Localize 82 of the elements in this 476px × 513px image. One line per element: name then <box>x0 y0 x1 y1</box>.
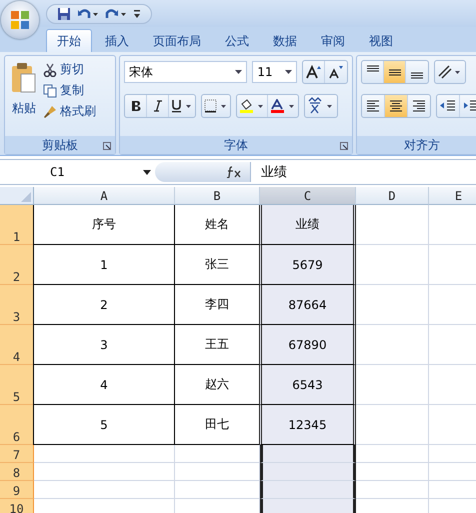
triangle-icon <box>21 192 31 202</box>
vertical-align-icon <box>366 65 380 72</box>
fill-color-button[interactable] <box>237 95 268 117</box>
vertical-align-icon <box>410 72 424 79</box>
ribbon-tab[interactable]: 审阅 <box>310 29 356 52</box>
copy-icon <box>43 84 57 98</box>
ribbon-tab[interactable]: 插入 <box>94 29 140 52</box>
scissors-icon <box>43 62 57 76</box>
dropdown-arrow-icon <box>235 70 242 74</box>
paintbrush-icon <box>43 104 57 118</box>
copy-button[interactable]: 复制 <box>41 81 98 100</box>
ribbon-tab[interactable]: 视图 <box>358 29 404 52</box>
horizontal-align-icon <box>364 98 382 114</box>
vertical-align-button[interactable] <box>384 61 406 83</box>
italic-icon <box>152 100 162 112</box>
dropdown-arrow-icon <box>143 170 151 174</box>
font-color-icon <box>270 98 296 114</box>
save-icon[interactable] <box>57 6 71 20</box>
underline-icon <box>171 99 193 113</box>
borders-icon <box>204 99 228 113</box>
horizontal-align-icon <box>410 98 428 114</box>
table-cell: 业绩 <box>259 205 356 245</box>
row-header[interactable]: 5 <box>0 365 34 405</box>
ribbon-tab[interactable]: 数据 <box>262 29 308 52</box>
row-header[interactable]: 2 <box>0 245 34 285</box>
redo-icon[interactable] <box>105 6 127 20</box>
row-header[interactable]: 3 <box>0 285 34 325</box>
table-cell: 6543 <box>259 365 356 405</box>
table-cell: 67890 <box>259 325 356 365</box>
ribbon-tab[interactable]: 公式 <box>214 29 260 52</box>
group-label: 剪贴板 <box>42 136 78 154</box>
group-label: 字体 <box>224 136 248 154</box>
row-header[interactable]: 7 <box>0 445 34 463</box>
ribbon-tab[interactable]: 开始 <box>46 29 92 52</box>
clipboard-icon <box>11 62 37 94</box>
column-header[interactable]: A <box>34 187 175 205</box>
office-logo-icon <box>9 9 31 31</box>
font-size-field[interactable]: 11 <box>252 61 297 83</box>
orientation-icon <box>437 64 463 80</box>
row-header[interactable]: 4 <box>0 325 34 365</box>
row-header[interactable]: 6 <box>0 405 34 445</box>
row-header[interactable]: 9 <box>0 481 34 499</box>
format-painter-button[interactable]: 格式刷 <box>41 102 98 121</box>
horizontal-align-icon <box>387 98 405 114</box>
name-box[interactable]: C1 <box>0 165 155 179</box>
table-cell: 87664 <box>259 285 356 325</box>
font-name-field[interactable]: 宋体 <box>124 61 248 83</box>
row-header[interactable]: 8 <box>0 463 34 481</box>
table-cell: 3 <box>33 325 175 365</box>
table-cell: 12345 <box>259 405 356 445</box>
row-header[interactable]: 1 <box>0 205 34 245</box>
function-icon <box>226 166 242 178</box>
phonetic-icon <box>307 97 335 115</box>
undo-icon[interactable] <box>77 6 99 20</box>
table-cell: 序号 <box>33 205 175 245</box>
table-cell: 4 <box>33 365 175 405</box>
fill-color-icon <box>239 98 265 114</box>
column-header[interactable]: B <box>175 187 260 205</box>
horizontal-align-button[interactable] <box>385 95 408 117</box>
table-cell: 1 <box>33 245 175 285</box>
bold-icon <box>130 100 140 112</box>
dialog-launcher-icon[interactable] <box>340 142 348 150</box>
ribbon-tab[interactable]: 页面布局 <box>142 29 212 52</box>
customize-icon[interactable] <box>133 8 141 18</box>
table-cell: 5 <box>33 405 175 445</box>
column-header[interactable]: E <box>429 187 476 205</box>
formula-field[interactable]: 业绩 <box>251 163 287 181</box>
office-button[interactable] <box>1 1 39 39</box>
dialog-launcher-icon[interactable] <box>103 142 111 150</box>
column-header[interactable]: C <box>260 187 356 205</box>
shrink-font-icon <box>328 65 344 79</box>
row-header[interactable]: 10 <box>0 499 34 513</box>
column-header[interactable]: D <box>356 187 429 205</box>
table-cell: 2 <box>33 285 175 325</box>
cut-button[interactable]: 剪切 <box>41 60 98 79</box>
grow-font-icon <box>306 65 322 79</box>
insert-function-button[interactable] <box>155 162 251 182</box>
table-cell: 5679 <box>259 245 356 285</box>
paste-button[interactable]: 粘贴 <box>9 60 39 132</box>
group-label: 对齐方 <box>404 136 440 154</box>
vertical-align-icon <box>388 68 402 76</box>
dropdown-arrow-icon <box>285 70 292 74</box>
